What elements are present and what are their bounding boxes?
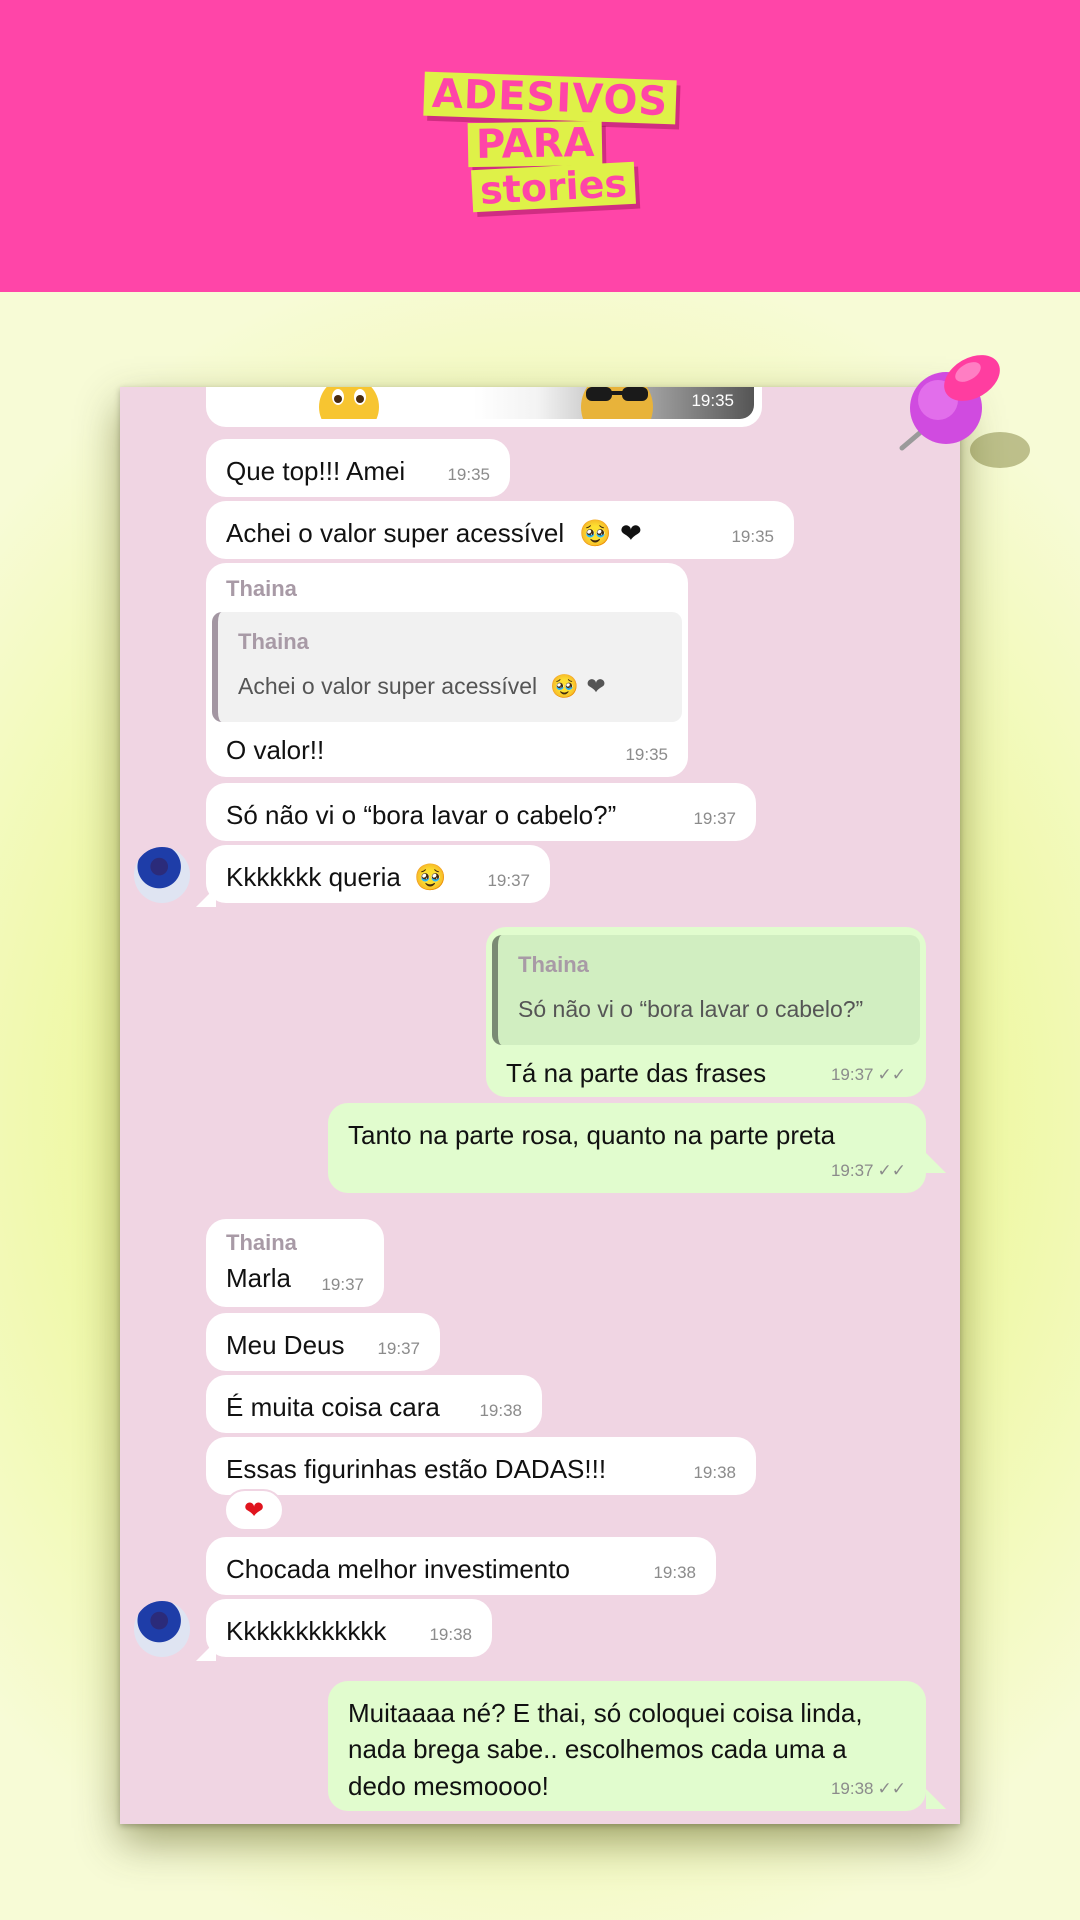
incoming-message[interactable]: Essas figurinhas estão DADAS!!! 19:38	[206, 1437, 756, 1495]
message-text: Muitaaaa né? E thai, só coloquei coisa l…	[348, 1698, 863, 1801]
message-time: 19:35	[731, 526, 774, 546]
message-time: 19:37	[693, 808, 736, 828]
message-text: É muita coisa cara	[226, 1392, 440, 1422]
outgoing-message[interactable]: Muitaaaa né? E thai, só coloquei coisa l…	[328, 1681, 926, 1811]
pleading-face-heart-icon: 🥹 ❤	[579, 519, 642, 549]
sender-name: Thaina	[226, 1230, 297, 1255]
incoming-message[interactable]: Achei o valor super acessível 🥹 ❤ 19:35	[206, 501, 794, 559]
quoted-sender: Thaina	[518, 952, 589, 977]
message-text: O valor!!	[226, 735, 325, 766]
message-time-value: 19:38	[830, 1779, 874, 1799]
message-text: Meu Deus	[226, 1330, 345, 1360]
message-time: 19:35	[691, 390, 734, 410]
message-text: Achei o valor super acessível	[226, 518, 565, 548]
message-time: 19:38	[653, 1562, 696, 1582]
sender-name: Thaina	[226, 576, 297, 601]
read-ticks-icon: ✓✓	[877, 1064, 907, 1084]
message-text: Kkkkkkk queria	[226, 862, 401, 892]
logo-line-3: stories	[471, 161, 637, 213]
incoming-message[interactable]: Thaina Marla 19:37	[206, 1219, 384, 1307]
message-time: 19:37	[487, 870, 530, 890]
header-banner: ADESIVOS PARA stories	[0, 0, 1080, 292]
contact-avatar[interactable]	[134, 847, 190, 903]
pleading-face-icon: 🥹	[414, 863, 447, 893]
message-text: Tanto na parte rosa, quanto na parte pre…	[348, 1120, 836, 1150]
contact-avatar[interactable]	[134, 1601, 190, 1657]
incoming-message[interactable]: Chocada melhor investimento 19:38	[206, 1537, 716, 1595]
reaction-badge[interactable]: ❤	[224, 1489, 284, 1531]
quoted-message[interactable]: Thaina Só não vi o “bora lavar o cabelo?…	[492, 935, 920, 1045]
incoming-message[interactable]: Kkkkkkk queria 🥹 19:37	[206, 845, 550, 903]
message-time: 19:38	[429, 1624, 472, 1644]
bubble-tail	[926, 1789, 946, 1809]
message-time: 19:37 ✓✓	[831, 1063, 906, 1087]
message-text: Chocada melhor investimento	[226, 1554, 570, 1584]
message-text: Essas figurinhas estão DADAS!!!	[226, 1454, 607, 1484]
message-text: Tá na parte das frases	[506, 1058, 767, 1088]
chat-screenshot-card: 19:35 Que top!!! Amei 19:35 Achei o valo…	[120, 387, 960, 1824]
quoted-message[interactable]: Thaina Achei o valor super acessível 🥹 ❤	[212, 612, 682, 723]
pleading-face-heart-icon: 🥹 ❤	[550, 674, 606, 701]
incoming-reply-message[interactable]: Thaina Thaina Achei o valor super acessí…	[206, 563, 688, 777]
incoming-message[interactable]: Meu Deus 19:37	[206, 1313, 440, 1371]
message-time: 19:35	[625, 744, 668, 764]
message-time: 19:37	[321, 1274, 364, 1294]
quoted-text: Só não vi o “bora lavar o cabelo?”	[518, 996, 864, 1023]
incoming-message[interactable]: É muita coisa cara 19:38	[206, 1375, 542, 1433]
message-time: 19:38 ✓✓	[831, 1777, 906, 1801]
message-time-value: 19:37	[830, 1064, 874, 1084]
quoted-sender: Thaina	[238, 629, 309, 655]
quoted-text: Achei o valor super acessível	[238, 673, 538, 700]
read-ticks-icon: ✓✓	[877, 1160, 907, 1180]
brand-logo: ADESIVOS PARA stories	[420, 71, 677, 216]
heart-icon: ❤	[243, 1496, 265, 1524]
message-time: 19:37	[377, 1338, 420, 1358]
message-time: 19:37 ✓✓	[831, 1159, 906, 1183]
sticker-emoji-left-icon	[319, 387, 379, 419]
incoming-message[interactable]: Que top!!! Amei 19:35	[206, 439, 510, 497]
logo-line-1: ADESIVOS	[423, 71, 677, 125]
sticker-message[interactable]: 19:35	[206, 387, 762, 427]
logo-line-2: PARA	[467, 120, 603, 168]
outgoing-message[interactable]: Tanto na parte rosa, quanto na parte pre…	[328, 1103, 926, 1193]
outgoing-reply-message[interactable]: Thaina Só não vi o “bora lavar o cabelo?…	[486, 927, 926, 1097]
message-time: 19:35	[447, 464, 490, 484]
message-text: Que top!!! Amei	[226, 456, 406, 486]
message-time-value: 19:37	[830, 1160, 874, 1180]
sticker-emoji-right-icon	[581, 387, 653, 419]
message-text: Kkkkkkkkkkkk	[226, 1616, 387, 1646]
bubble-tail	[926, 1153, 946, 1173]
push-pin-icon	[899, 355, 1030, 468]
incoming-message[interactable]: Kkkkkkkkkkkk 19:38	[206, 1599, 492, 1657]
message-text: Só não vi o “bora lavar o cabelo?”	[226, 800, 617, 830]
read-ticks-icon: ✓✓	[877, 1779, 907, 1799]
message-text: Marla	[226, 1263, 292, 1294]
message-time: 19:38	[693, 1462, 736, 1482]
message-time: 19:38	[479, 1400, 522, 1420]
incoming-message[interactable]: Só não vi o “bora lavar o cabelo?” 19:37	[206, 783, 756, 841]
